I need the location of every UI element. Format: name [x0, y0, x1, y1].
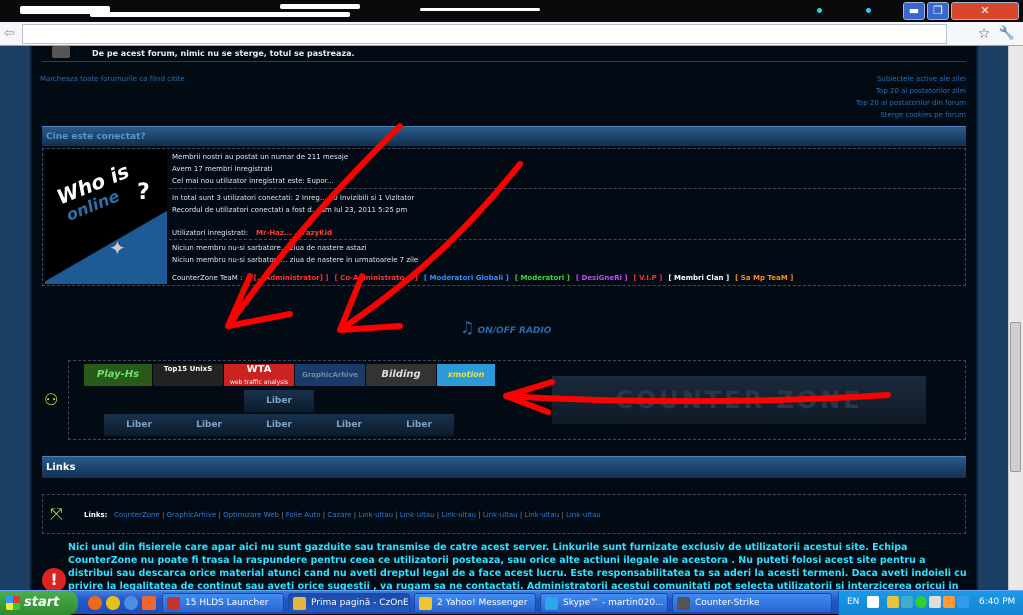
quicklaunch-icon[interactable] — [142, 596, 156, 610]
taskbar-button-label: Counter-Strike — [695, 598, 760, 608]
title-bar: ▬ ❐ ✕ — [0, 0, 1023, 22]
system-tray: EN 6:40 PM — [838, 591, 1023, 615]
taskbar-button-label: Prima pagină - CzOnE... — [311, 598, 410, 608]
redaction-mark — [90, 12, 350, 17]
url-field[interactable] — [22, 24, 947, 44]
quicklaunch-icon[interactable] — [124, 596, 138, 610]
taskbar: start 15 HLDS Launcher Prima pagină - CzO… — [0, 590, 1023, 615]
red-arrow — [503, 379, 891, 415]
help-icon[interactable] — [867, 596, 879, 608]
taskbar-button[interactable]: Prima pagină - CzOnE... — [288, 593, 410, 613]
red-arrow — [337, 161, 523, 333]
tray-icon[interactable] — [957, 596, 969, 608]
back-arrow-icon[interactable]: ⇦ — [4, 26, 20, 42]
taskbar-button[interactable]: 15 HLDS Launcher — [162, 593, 284, 613]
start-label: start — [24, 595, 60, 610]
redaction-mark — [420, 8, 540, 11]
app-icon — [167, 597, 180, 610]
redaction-mark — [280, 4, 360, 9]
minimize-button[interactable]: ▬ — [903, 2, 925, 20]
windows-flag-icon — [6, 596, 20, 610]
wrench-icon[interactable]: 🔧 — [998, 25, 1016, 43]
close-button[interactable]: ✕ — [951, 2, 1019, 20]
app-icon — [293, 597, 306, 610]
language-indicator[interactable]: EN — [847, 597, 859, 607]
bookmark-star-icon[interactable]: ☆ — [975, 25, 993, 43]
tray-icon[interactable] — [915, 596, 927, 608]
quicklaunch-icon[interactable] — [106, 596, 120, 610]
tray-icon[interactable] — [887, 596, 899, 608]
red-arrow — [225, 123, 403, 329]
browser-window: ▬ ❐ ✕ ⇦ ☆ 🔧 De pe acest forum, nimic nu … — [0, 0, 1023, 615]
taskbar-button-label: Skype™ - martin020... — [563, 598, 664, 608]
quicklaunch-icon[interactable] — [88, 596, 102, 610]
taskbar-button[interactable]: Skype™ - martin020... — [540, 593, 668, 613]
start-button[interactable]: start — [0, 591, 78, 615]
restore-button[interactable]: ❐ — [927, 2, 949, 20]
taskbar-button[interactable]: Counter-Strike — [672, 593, 832, 613]
web-page: De pe acest forum, nimic nu se sterge, t… — [0, 46, 1023, 590]
taskbar-button-label: 15 HLDS Launcher — [185, 598, 269, 608]
tray-icon[interactable] — [943, 596, 955, 608]
address-bar: ⇦ ☆ 🔧 — [0, 22, 1023, 46]
annotation-arrows — [225, 123, 891, 415]
app-icon — [677, 597, 690, 610]
taskbar-button[interactable]: 2 Yahoo! Messenger — [414, 593, 536, 613]
clock: 6:40 PM — [979, 597, 1016, 607]
tab-indicator-icon — [817, 8, 822, 13]
app-icon — [545, 597, 558, 610]
taskbar-button-label: 2 Yahoo! Messenger — [437, 598, 528, 608]
tray-icon[interactable] — [901, 596, 913, 608]
tab-indicator-icon — [866, 8, 871, 13]
app-icon — [419, 597, 432, 610]
tray-icon[interactable] — [929, 596, 941, 608]
